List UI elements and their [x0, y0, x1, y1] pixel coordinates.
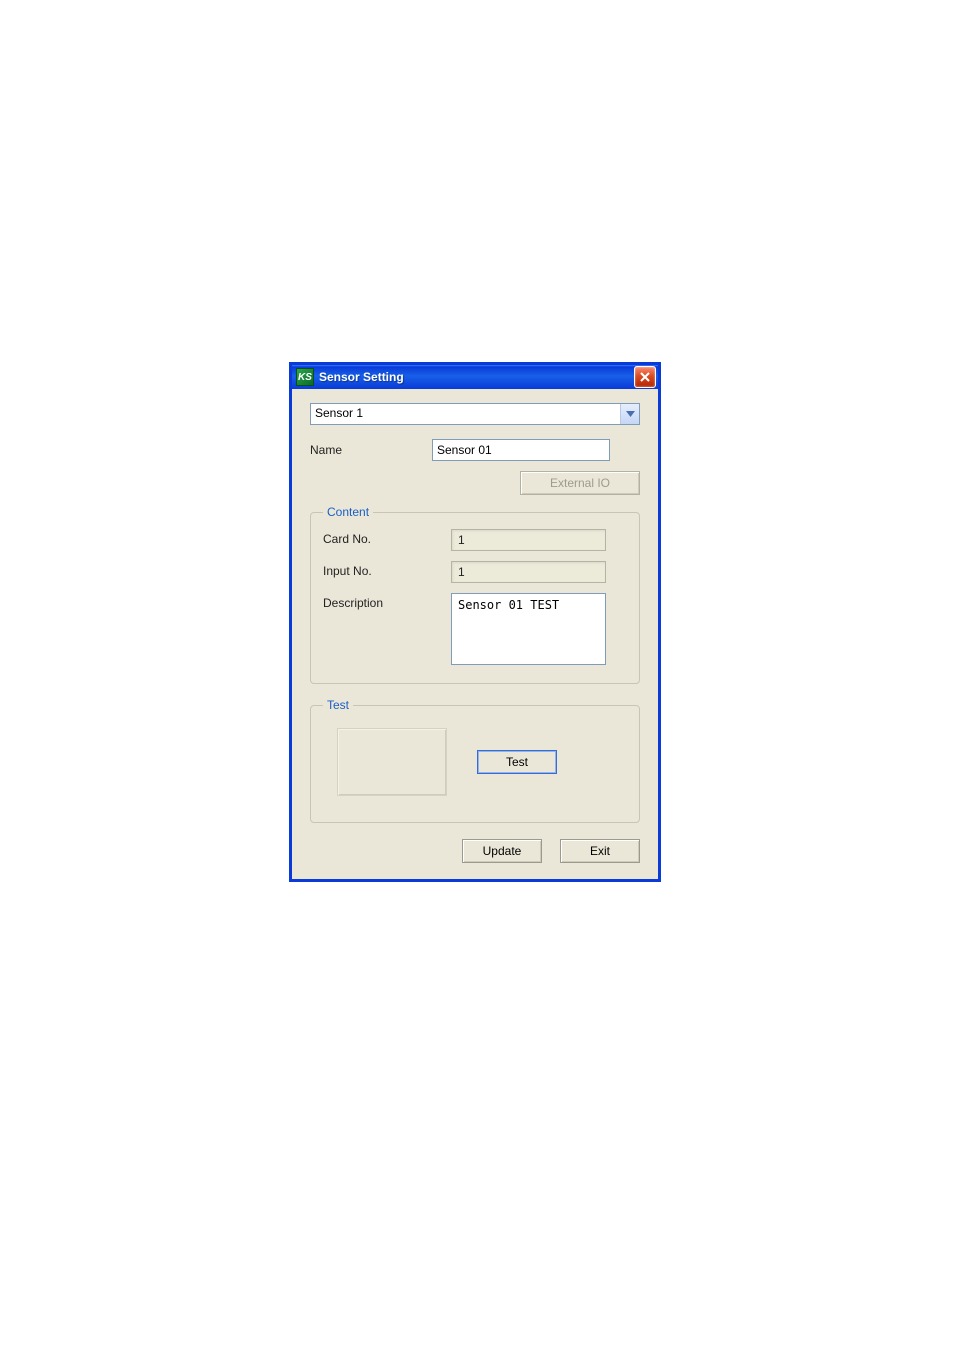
input-no-label: Input No. [323, 561, 451, 578]
input-no-field[interactable] [451, 561, 606, 583]
card-no-row: Card No. [323, 529, 627, 551]
window-title: Sensor Setting [319, 370, 634, 384]
test-preview [337, 728, 447, 796]
exit-button[interactable]: Exit [560, 839, 640, 863]
sensor-select[interactable]: Sensor 1 [310, 403, 640, 425]
update-button[interactable]: Update [462, 839, 542, 863]
name-label: Name [310, 443, 432, 457]
description-row: Description [323, 593, 627, 665]
close-button[interactable] [634, 366, 656, 388]
card-no-field[interactable] [451, 529, 606, 551]
external-io-button[interactable]: External IO [520, 471, 640, 495]
name-row: Name [310, 439, 640, 461]
chevron-down-icon [620, 404, 639, 424]
test-button[interactable]: Test [477, 750, 557, 774]
name-input[interactable] [432, 439, 610, 461]
input-no-row: Input No. [323, 561, 627, 583]
app-icon: KS [296, 368, 314, 386]
content-legend: Content [323, 505, 373, 519]
content-group: Content Card No. Input No. Description [310, 505, 640, 684]
app-icon-glyph: KS [298, 372, 312, 383]
sensor-selector-row: Sensor 1 [310, 403, 640, 425]
close-icon [640, 372, 650, 382]
description-input[interactable] [451, 593, 606, 665]
test-box: Test [323, 722, 627, 804]
card-no-label: Card No. [323, 529, 451, 546]
test-group: Test Test [310, 698, 640, 823]
footer: Update Exit [310, 837, 640, 863]
client-area: Sensor 1 Name External IO Content Card N… [292, 389, 658, 879]
sensor-setting-window: KS Sensor Setting Sensor 1 Name External… [289, 362, 661, 882]
sensor-select-value: Sensor 1 [310, 403, 640, 425]
description-label: Description [323, 593, 451, 610]
test-legend: Test [323, 698, 353, 712]
titlebar: KS Sensor Setting [292, 365, 658, 389]
